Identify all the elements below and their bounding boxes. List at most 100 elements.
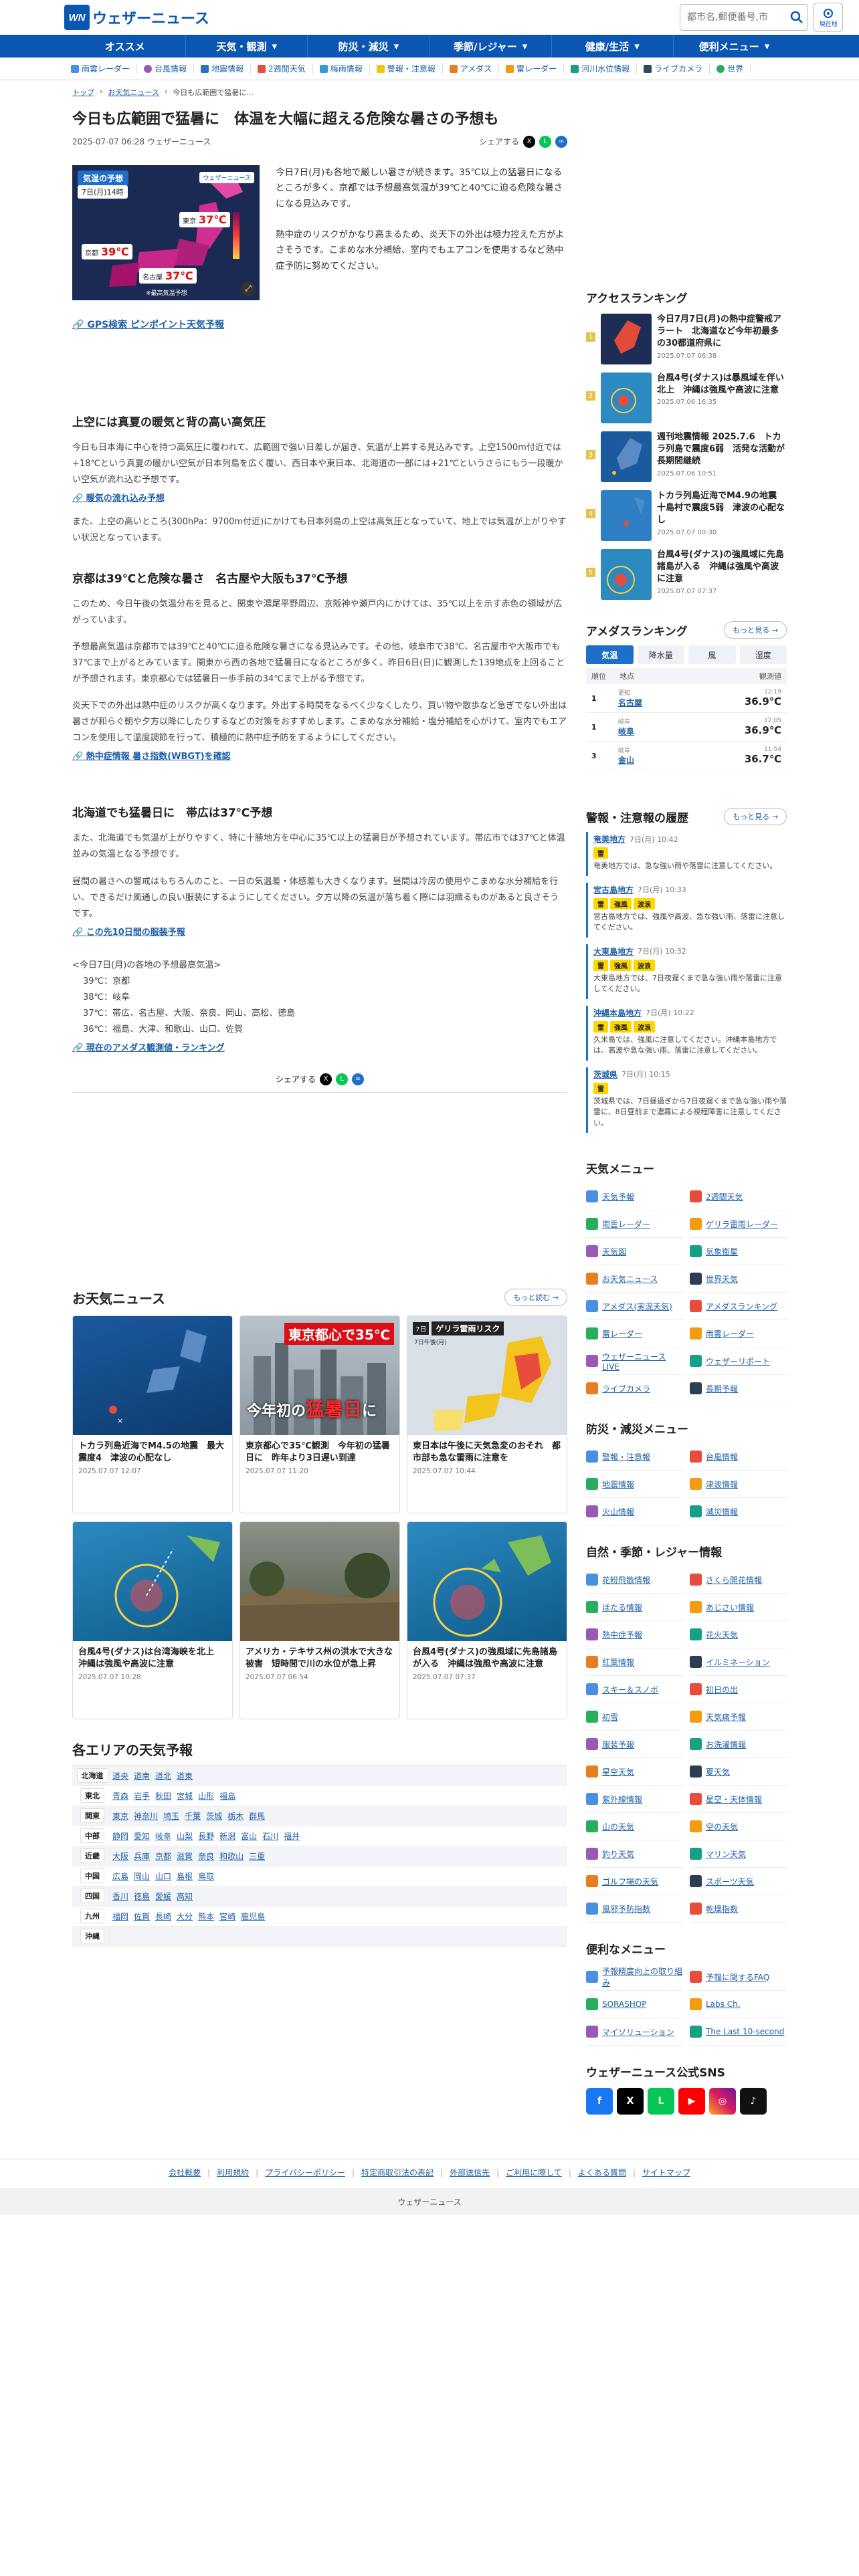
gnav-item-weather[interactable]: 天気・観測 ▾ [186,35,308,58]
warning-item[interactable]: 沖縄本島地方 7日(月) 10:22 雷強風 波浪 久米島では、強風に注意してください。… [586,1005,787,1061]
search-icon[interactable] [790,11,803,24]
tiktok-icon[interactable]: ♪ [740,2088,767,2115]
news-card[interactable]: アメリカ・テキサス州の洪水で大きな被害 短時間で川の水位が急上昇 2025.07… [240,1521,400,1719]
area-link[interactable]: 佐賀 [134,1911,150,1922]
snav-world[interactable]: 世界 [710,63,751,74]
area-link[interactable]: 大分 [177,1911,193,1922]
area-link[interactable]: 道東 [177,1770,193,1782]
amedas-row[interactable]: 1 愛知 名古屋 12:19 36.9℃ [586,684,787,713]
snav-rain-radar[interactable]: 雨雲レーダー [64,63,138,74]
gps-search-link[interactable]: 🔗 GPS検索 ピンポイント天気予報 [72,318,567,331]
menu-item[interactable]: The Last 10-second [690,2018,787,2046]
warning-item[interactable]: 宮古島地方 7日(月) 10:33 雷強風 波浪 宮古島地方では、強風や高波、急な強い雨… [586,882,787,938]
area-link[interactable]: 鳥取 [198,1870,214,1882]
news-card[interactable]: 7日 ゲリラ雷雨リスク 7日午後(月) 東日本は午後に天気急変のおそれ 都市部も急… [407,1315,567,1513]
access-ranking-item[interactable]: 4 トカラ列島近海でM4.9の地震 十島村で震度5弱 津波の心配なし 2025.07… [586,490,787,541]
area-link[interactable]: 千葉 [185,1810,201,1822]
instagram-icon[interactable]: ◎ [709,2088,736,2115]
area-link[interactable]: 徳島 [134,1891,150,1902]
snav-typhoon[interactable]: 台風情報 [137,63,195,74]
menu-item[interactable]: 花火天気 [690,1621,787,1648]
menu-item[interactable]: 気象衛星 [690,1238,787,1265]
area-link[interactable]: 東京 [112,1810,128,1822]
area-link[interactable]: 群馬 [249,1810,265,1822]
news-card[interactable]: 台風4号(ダナス)の強風域に先島諸島が入る 沖縄は強風や高波に注意 2025.0… [407,1521,567,1719]
warning-more-button[interactable]: もっと見る → [724,808,787,825]
menu-item[interactable]: Labs Ch. [690,1991,787,2018]
gnav-item-recommend[interactable]: オススメ [64,35,187,58]
footer-link[interactable]: サイトマップ [642,2167,690,2178]
snav-live-camera[interactable]: ライブカメラ [637,63,710,74]
area-link[interactable]: 埼玉 [163,1810,179,1822]
menu-item[interactable]: 紅葉情報 [586,1648,683,1676]
area-link[interactable]: 石川 [262,1830,278,1842]
area-link[interactable]: 栃木 [227,1810,244,1822]
menu-item[interactable]: 火山情報 [586,1498,683,1525]
menu-item[interactable]: 津波情報 [690,1471,787,1498]
news-more-button[interactable]: もっと読む → [504,1289,567,1307]
menu-item[interactable]: 天気予報 [586,1183,683,1210]
warning-item[interactable]: 茨城県 7日(月) 10:15 雷茨城県では、7日昼過ぎから7日夜遅くまで急な強い雨… [586,1067,787,1133]
current-location-button[interactable]: 現在地 [814,3,843,32]
menu-item[interactable]: 風邪予防指数 [586,1895,683,1923]
menu-item[interactable]: 熱中症予報 [586,1621,683,1648]
menu-item[interactable]: 初日の出 [690,1676,787,1703]
area-link[interactable]: 愛媛 [155,1891,171,1902]
area-link[interactable]: 鹿児島 [241,1911,265,1922]
tab-precipitation[interactable]: 降水量 [637,645,684,664]
menu-item[interactable]: ほたる情報 [586,1594,683,1621]
x-icon[interactable]: X [617,2088,644,2115]
zoom-icon[interactable]: ⤢ [241,281,256,296]
area-link[interactable]: 新潟 [219,1830,235,1842]
area-link[interactable]: 熊本 [198,1911,214,1922]
menu-item[interactable]: 天気痛予報 [690,1703,787,1731]
menu-item[interactable]: 地震情報 [586,1471,683,1498]
menu-item[interactable]: ゲリラ雷雨レーダー [690,1210,787,1238]
menu-item[interactable]: さくら開花情報 [690,1566,787,1594]
tab-temperature[interactable]: 気温 [586,645,634,664]
area-link[interactable]: 愛知 [134,1830,150,1842]
menu-item[interactable]: 世界天気 [690,1265,787,1293]
area-link[interactable]: 道北 [155,1770,171,1782]
area-link[interactable]: 岐阜 [155,1830,171,1842]
menu-item[interactable]: ライブカメラ [586,1375,683,1402]
menu-item[interactable]: 2週間天気 [690,1183,787,1210]
menu-item[interactable]: 空の天気 [690,1813,787,1840]
menu-item[interactable]: 雷レーダー [586,1320,683,1348]
amedas-more-button[interactable]: もっと見る → [724,621,787,639]
area-link[interactable]: 福井 [284,1830,300,1842]
area-link[interactable]: 長崎 [155,1911,171,1922]
area-link[interactable]: 滋賀 [177,1850,193,1862]
menu-item[interactable]: ゴルフ場の天気 [586,1868,683,1895]
access-ranking-item[interactable]: 2 台風4号(ダナス)は暴風域を伴い北上 沖縄は強風や高波に注意 2025.07.0… [586,372,787,423]
area-link[interactable]: 京都 [155,1850,171,1862]
menu-item[interactable]: 初雪 [586,1703,683,1731]
link-copy-icon[interactable]: ∞ [555,135,567,148]
link-copy-icon[interactable]: ∞ [352,1073,364,1085]
amedas-link[interactable]: 🔗 現在のアメダス観測値・ランキング [72,1041,567,1053]
breadcrumb-top[interactable]: トップ [72,87,94,98]
news-card[interactable]: × トカラ列島近海でM4.5の地震 最大震度4 津波の心配なし 2025.07.… [72,1315,233,1513]
menu-item[interactable]: 予報精度向上の取り組み [586,1963,683,1991]
menu-item[interactable]: 雨雲レーダー [586,1210,683,1238]
access-ranking-item[interactable]: 3 週刊地震情報 2025.7.6 トカラ列島で震度6弱 活発な活動が長期間継続 2… [586,431,787,482]
menu-item[interactable]: スキー＆スノボ [586,1676,683,1703]
menu-item[interactable]: アメダス(実況天気) [586,1293,683,1320]
menu-item[interactable]: イルミネーション [690,1648,787,1676]
footer-link[interactable]: 会社概要 [169,2167,201,2178]
footer-link[interactable]: 特定商取引法の表記 [361,2167,434,2178]
area-link[interactable]: 山形 [198,1790,214,1802]
menu-item[interactable]: あじさい情報 [690,1594,787,1621]
footer-link[interactable]: プライバシーポリシー [265,2167,345,2178]
area-link[interactable]: 山口 [155,1870,171,1882]
area-link[interactable]: 高知 [177,1891,193,1902]
area-row-okinawa[interactable]: 沖縄 [72,1926,567,1947]
area-link[interactable]: 三重 [249,1850,265,1862]
snav-warnings[interactable]: 警報・注意報 [370,63,443,74]
area-link[interactable]: 和歌山 [219,1850,244,1862]
tab-humidity[interactable]: 湿度 [739,645,787,664]
area-link[interactable]: 岡山 [134,1870,150,1882]
facebook-icon[interactable]: f [586,2088,613,2115]
area-link[interactable]: 島根 [177,1870,193,1882]
search-input[interactable] [687,12,781,23]
